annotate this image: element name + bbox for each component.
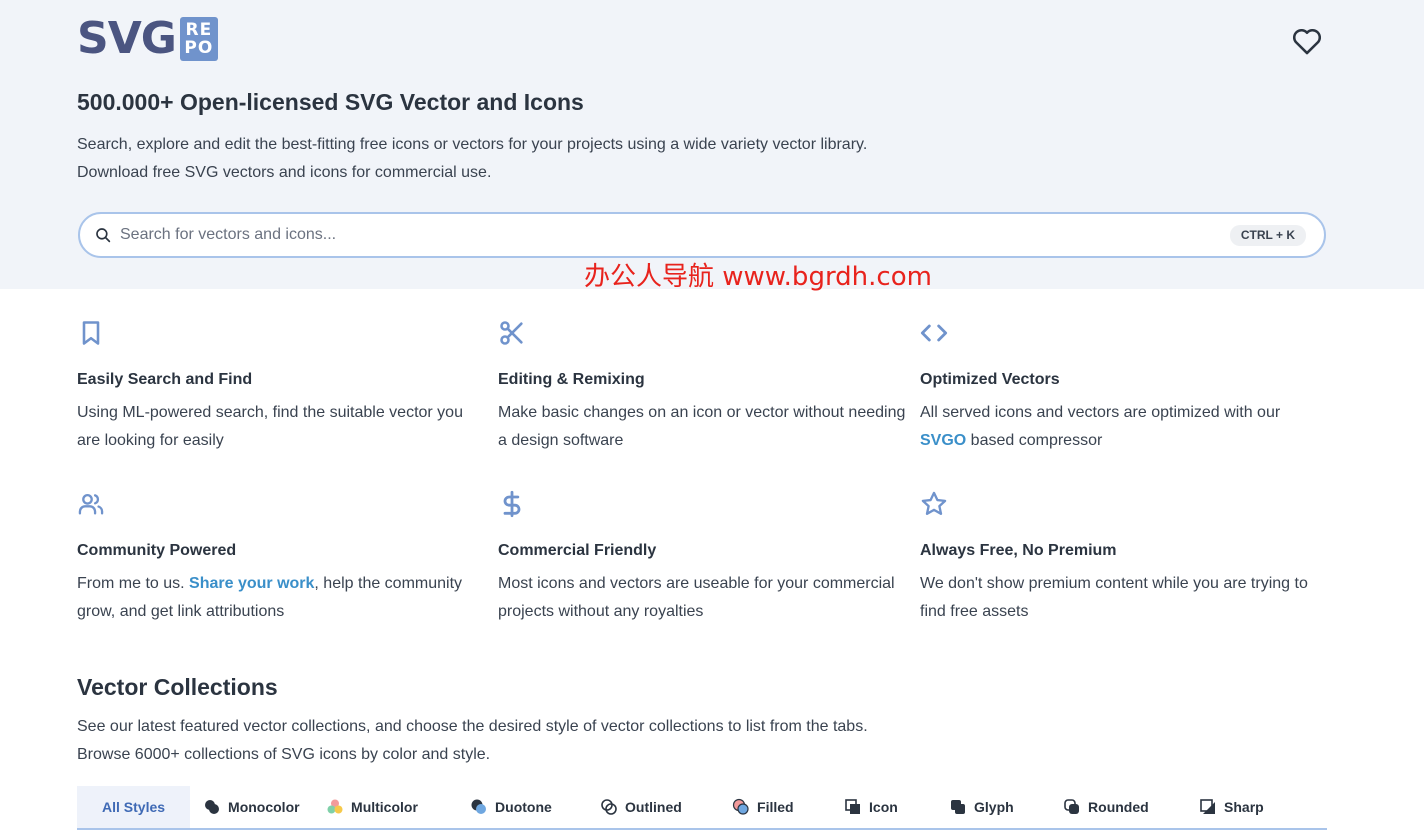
feature-title: Always Free, No Premium bbox=[920, 542, 1117, 559]
tab-label: Outlined bbox=[625, 799, 682, 815]
feature-description: All served icons and vectors are optimiz… bbox=[920, 399, 1330, 455]
users-icon bbox=[78, 493, 104, 515]
feature-commercial: Commercial Friendly Most icons and vecto… bbox=[498, 490, 908, 620]
logo-badge-line2: PO bbox=[184, 38, 214, 58]
search-bar[interactable]: CTRL + K bbox=[78, 212, 1326, 258]
tab-duotone[interactable]: Duotone bbox=[470, 786, 600, 828]
feature-description-text: based compressor bbox=[966, 432, 1103, 449]
tab-label: Duotone bbox=[495, 799, 552, 815]
monocolor-icon bbox=[205, 800, 220, 814]
page-title: 500.000+ Open-licensed SVG Vector and Ic… bbox=[77, 89, 584, 115]
icon-style-icon bbox=[845, 799, 861, 814]
tab-filled[interactable]: Filled bbox=[732, 786, 844, 828]
feature-description: Most icons and vectors are useable for y… bbox=[498, 575, 895, 620]
tab-label: Sharp bbox=[1224, 799, 1264, 815]
tab-rounded[interactable]: Rounded bbox=[1063, 786, 1199, 828]
rounded-icon bbox=[1064, 799, 1080, 814]
keyboard-shortcut-badge: CTRL + K bbox=[1229, 225, 1306, 246]
code-icon bbox=[920, 324, 948, 342]
feature-title: Commercial Friendly bbox=[498, 542, 657, 559]
duotone-icon bbox=[471, 799, 487, 814]
star-icon bbox=[921, 491, 947, 515]
hero-description: Search, explore and edit the best-fittin… bbox=[77, 131, 977, 187]
search-icon bbox=[96, 228, 111, 243]
feature-search: Easily Search and Find Using ML-powered … bbox=[77, 319, 487, 449]
feature-editing: Editing & Remixing Make basic changes on… bbox=[498, 319, 908, 449]
hero-description-line: Download free SVG vectors and icons for … bbox=[77, 164, 492, 181]
tab-glyph[interactable]: Glyph bbox=[949, 786, 1063, 828]
feature-description: Using ML-powered search, find the suitab… bbox=[77, 404, 463, 449]
hero-description-line: Search, explore and edit the best-fittin… bbox=[77, 136, 868, 153]
svgo-link[interactable]: SVGO bbox=[920, 432, 966, 449]
tab-label: Multicolor bbox=[351, 799, 418, 815]
feature-title: Optimized Vectors bbox=[920, 371, 1060, 388]
heart-icon[interactable] bbox=[1290, 24, 1324, 58]
tab-label: Monocolor bbox=[228, 799, 300, 815]
section-description-line: Browse 6000+ collections of SVG icons by… bbox=[77, 746, 491, 763]
feature-title: Editing & Remixing bbox=[498, 371, 645, 388]
feature-description-text: From me to us. bbox=[77, 575, 190, 592]
feature-description-text: All served icons and vectors are optimiz… bbox=[920, 404, 1281, 421]
feature-free: Always Free, No Premium We don't show pr… bbox=[920, 490, 1330, 620]
feature-description: Make basic changes on an icon or vector … bbox=[498, 404, 906, 449]
feature-title: Community Powered bbox=[77, 542, 237, 559]
tab-outlined[interactable]: Outlined bbox=[600, 786, 732, 828]
logo-text: SVG bbox=[77, 13, 177, 64]
search-input[interactable] bbox=[120, 222, 1220, 248]
scissors-icon bbox=[500, 321, 523, 345]
tab-label: Icon bbox=[869, 799, 898, 815]
svgrepo-logo[interactable]: SVG RE PO bbox=[77, 17, 218, 61]
feature-description: From me to us. Share your work, help the… bbox=[77, 570, 487, 626]
sharp-icon bbox=[1200, 799, 1216, 814]
outlined-icon bbox=[601, 799, 617, 815]
logo-badge-line1: RE bbox=[185, 20, 213, 40]
feature-community: Community Powered From me to us. Share y… bbox=[77, 490, 487, 620]
dollar-icon bbox=[503, 490, 521, 518]
tab-sharp[interactable]: Sharp bbox=[1199, 786, 1264, 828]
section-description-line: See our latest featured vector collectio… bbox=[77, 718, 868, 735]
tab-label: Glyph bbox=[974, 799, 1014, 815]
glyph-icon bbox=[951, 800, 966, 814]
style-tabs: All Styles Monocolor Multicolor Duotone … bbox=[77, 786, 1327, 830]
multicolor-icon bbox=[327, 799, 343, 814]
tab-all-styles[interactable]: All Styles bbox=[77, 786, 191, 828]
tab-monocolor[interactable]: Monocolor bbox=[203, 786, 326, 828]
tab-label: Rounded bbox=[1088, 799, 1149, 815]
tab-label: Filled bbox=[757, 799, 794, 815]
section-description: See our latest featured vector collectio… bbox=[77, 713, 1077, 769]
tab-label: All Styles bbox=[102, 799, 166, 815]
logo-badge: RE PO bbox=[179, 17, 218, 61]
feature-description: We don't show premium content while you … bbox=[920, 575, 1308, 620]
section-title: Vector Collections bbox=[77, 674, 278, 700]
feature-title: Easily Search and Find bbox=[77, 371, 253, 388]
filled-icon bbox=[732, 798, 749, 815]
tab-icon[interactable]: Icon bbox=[844, 786, 949, 828]
tab-multicolor[interactable]: Multicolor bbox=[326, 786, 470, 828]
watermark-text: 办公人导航 www.bgrdh.com bbox=[584, 262, 932, 292]
feature-optimized: Optimized Vectors All served icons and v… bbox=[920, 319, 1330, 449]
share-your-work-link[interactable]: Share your work bbox=[189, 575, 314, 592]
bookmark-icon bbox=[82, 321, 100, 345]
